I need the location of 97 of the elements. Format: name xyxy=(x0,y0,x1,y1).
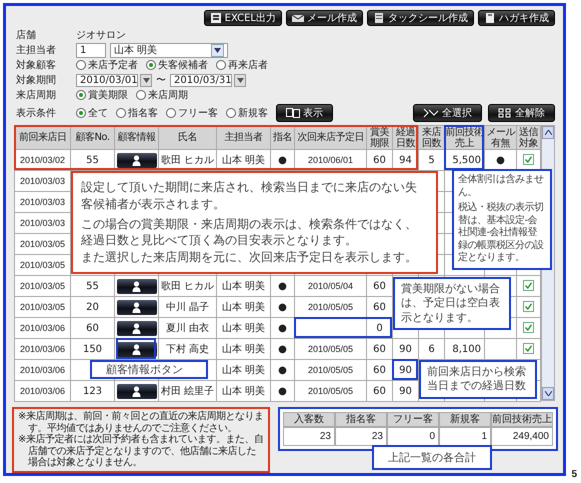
note-text: ※来店周期は、前回・前々回との直近の来店周期となります。平均値ではありませんのでご注意ください。 xyxy=(18,411,264,434)
table-cell: 2010/05/05 xyxy=(308,344,354,354)
field-label: 対象期間 xyxy=(16,74,57,87)
column-header: 顧客情報 xyxy=(118,132,156,143)
callout-text: 顧客情報ボタン xyxy=(106,363,184,376)
table-cell: 6 xyxy=(428,344,435,354)
callout-text: 設定して頂いた期間に来店され、検索当日までに来店のない失客候補者が表示されます。 xyxy=(81,179,418,213)
table-cell: 山本 明美 xyxy=(222,386,266,397)
table-cell: 23 xyxy=(283,427,335,446)
table-cell: 2010/03/02 xyxy=(20,155,66,165)
table-cell: 90 xyxy=(399,386,412,396)
column-header: 顧客No. xyxy=(75,132,110,143)
table-cell: ● xyxy=(278,344,287,354)
table-cell: 20 xyxy=(86,302,99,312)
callout-text: 前回来店日から検索当日までの経過日数 xyxy=(427,365,527,394)
callout-text: 賞美期限がない場合は、予定日は空白表示となります。 xyxy=(401,282,501,325)
table-cell: 2010/03/06 xyxy=(20,386,66,396)
column-header: 前回来店日 xyxy=(18,132,66,143)
table-cell: ● xyxy=(278,386,287,396)
table-cell: ● xyxy=(278,364,287,376)
table-cell: 2010/03/05 xyxy=(20,281,66,291)
table-cell: 60 xyxy=(373,302,386,312)
table-cell: 村田 絵里子 xyxy=(160,386,214,397)
table-cell: 2010/05/05 xyxy=(308,302,354,312)
table-cell: 中川 晶子 xyxy=(166,302,210,313)
table-cell: 60 xyxy=(373,344,386,354)
table-cell: 山本 明美 xyxy=(222,281,266,292)
column-header: 主担当者 xyxy=(224,132,262,143)
table-cell: ● xyxy=(496,154,505,166)
column-header: 指名 xyxy=(273,132,292,143)
field-label: 主担当者 xyxy=(16,44,57,57)
table-cell: ● xyxy=(278,154,287,166)
field-label: 店舗 xyxy=(16,28,37,42)
table-cell: 2010/03/05 xyxy=(20,302,66,312)
table-cell: 2010/03/05 xyxy=(20,239,66,249)
table-cell: 123 xyxy=(82,386,102,396)
table-cell: 2010/05/04 xyxy=(308,281,354,291)
range-separator: 〜 xyxy=(156,74,166,87)
table-cell: 5 xyxy=(428,154,435,166)
table-cell: 60 xyxy=(373,154,386,166)
table-cell: 山本 明美 xyxy=(222,323,266,334)
column-header: 氏名 xyxy=(178,132,197,143)
page-number: 5 xyxy=(571,469,577,480)
table-cell: 5,500 xyxy=(452,154,481,166)
table-cell: 60 xyxy=(86,322,99,334)
table-cell: ● xyxy=(278,280,287,292)
table-cell: 2010/03/03 xyxy=(20,218,66,228)
table-cell: 2010/06/01 xyxy=(308,155,354,165)
table-cell: 0 xyxy=(376,322,383,334)
column-header: 入客数 xyxy=(283,412,335,427)
table-cell: 60 xyxy=(373,280,386,292)
table-cell: 60 xyxy=(373,364,386,376)
column-header: 指名客 xyxy=(335,412,387,427)
table-cell: 90 xyxy=(399,364,412,376)
table-cell: 2010/05/05 xyxy=(308,386,354,396)
table-cell: 夏川 由衣 xyxy=(166,323,210,334)
table-cell: 山本 明美 xyxy=(222,365,266,376)
table-cell: 2010/03/05 xyxy=(20,260,66,270)
table-cell: 2010/05/05 xyxy=(308,365,354,375)
field-label: 表示条件 xyxy=(16,106,57,120)
table-cell: ● xyxy=(278,302,287,312)
table-cell: 2010/03/06 xyxy=(20,365,66,375)
column-header: 次回来店予定日 xyxy=(297,132,364,143)
table-cell: 歌田 ヒカル xyxy=(160,155,214,166)
callout-text: また選択した来店周期を元に、次回来店予定日を表示します。 xyxy=(81,249,418,266)
table-cell: 8,100 xyxy=(452,344,481,354)
table-cell: 150 xyxy=(82,344,102,354)
table-cell: 2010/03/03 xyxy=(20,176,66,186)
column-header: 前回技術売上 xyxy=(491,412,553,427)
callout-text: この場合の賞美期限・来店周期の表示は、検索条件ではなく、経過日数と見比べて頂く為の目安表示となります。 xyxy=(81,216,418,250)
callout-text: 税込・税抜の表示切替は、基本設定-会社関連-会社情報登録の帳票税区分の設定となります。 xyxy=(458,202,544,264)
field-label: 対象顧客 xyxy=(16,58,57,72)
column-header: 送信対象 xyxy=(519,126,538,148)
note-text: ※来店予定者には次回予約者も含まれています。また、自店舗での来店予定となりますので、他店舗に来店した場合は対象となりません。 xyxy=(18,434,264,468)
table-cell: 山本 明美 xyxy=(222,302,266,313)
field-label: 来店周期 xyxy=(16,88,57,102)
table-cell: 山本 明美 xyxy=(222,155,266,166)
callout-text: 全体割引は含みません。 xyxy=(458,174,544,199)
column-header: 経過日数 xyxy=(396,126,415,148)
table-cell: 60 xyxy=(373,386,386,396)
column-header: フリー客 xyxy=(387,412,439,427)
table-cell: 2010/03/06 xyxy=(20,323,66,333)
table-cell: 249,400 xyxy=(491,427,553,446)
table-cell: 山本 明美 xyxy=(222,344,266,355)
table-cell: ● xyxy=(278,322,287,334)
column-header: 新規客 xyxy=(439,412,491,427)
table-cell: 2010/03/03 xyxy=(20,197,66,207)
table-cell: 94 xyxy=(399,154,412,166)
table-cell: 下村 高史 xyxy=(166,344,210,355)
table-cell: 2010/03/06 xyxy=(20,344,66,354)
caption-tooltip: 上記一覧の各合計 xyxy=(372,445,492,470)
store-name: ジオサロン xyxy=(76,29,126,42)
table-cell: 55 xyxy=(86,154,99,166)
column-header: メール有無 xyxy=(486,126,515,148)
table-cell: 歌田 ヒカル xyxy=(160,281,214,292)
table-cell: 90 xyxy=(399,344,412,354)
table-cell: 55 xyxy=(86,280,99,292)
